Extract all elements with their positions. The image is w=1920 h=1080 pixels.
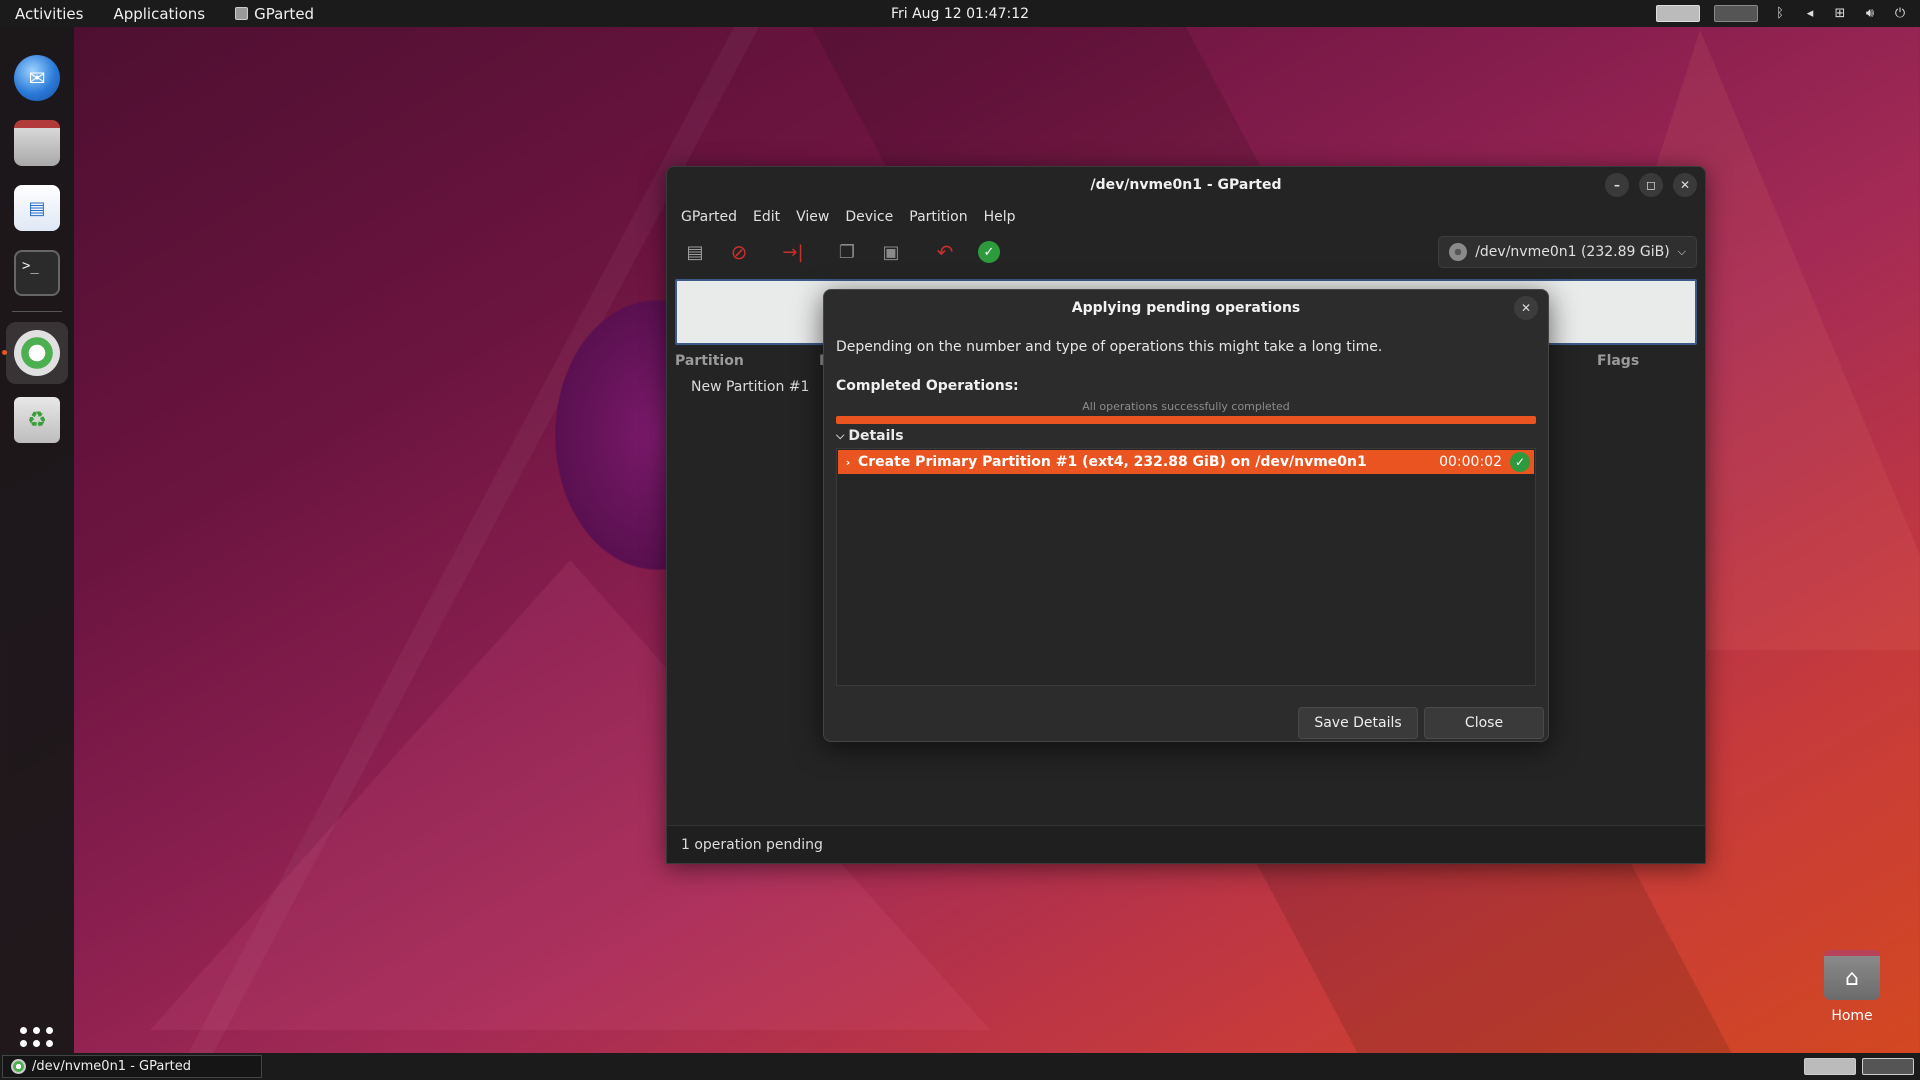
workspace-switcher-icon[interactable] <box>1862 1058 1914 1075</box>
dock-item-files[interactable] <box>6 112 68 174</box>
progress-fill <box>836 416 1536 424</box>
dialog-titlebar[interactable]: Applying pending operations ✕ <box>824 290 1548 326</box>
success-check-icon: ✓ <box>1510 452 1530 472</box>
gparted-icon <box>11 1059 26 1074</box>
activities-button[interactable]: Activities <box>0 0 98 27</box>
menu-gparted[interactable]: GParted <box>673 209 745 225</box>
menu-partition[interactable]: Partition <box>901 209 975 225</box>
device-selector[interactable]: /dev/nvme0n1 (232.89 GiB) ⌵ <box>1438 236 1697 268</box>
terminal-icon: >_ <box>14 250 60 296</box>
app-menu-label: GParted <box>254 4 315 23</box>
toolbar: ▤ ⊘ →| ❐ ▣ ↶ ✓ /dev/nvme0n1 (232.89 GiB)… <box>667 231 1705 273</box>
device-selector-label: /dev/nvme0n1 (232.89 GiB) <box>1475 244 1670 260</box>
power-icon[interactable]: ⏻ <box>1892 6 1908 21</box>
app-menu-gparted[interactable]: GParted <box>220 0 329 27</box>
close-button[interactable]: Close <box>1424 707 1544 739</box>
partition-row[interactable]: New Partition #1 <box>691 379 809 395</box>
details-list: › Create Primary Partition #1 (ext4, 232… <box>836 448 1536 686</box>
taskbar-window-item[interactable]: /dev/nvme0n1 - GParted <box>2 1055 262 1078</box>
dialog-title: Applying pending operations <box>1071 300 1301 316</box>
applications-menu[interactable]: Applications <box>98 0 220 27</box>
menu-edit[interactable]: Edit <box>745 209 788 225</box>
workspace-switcher-icon[interactable] <box>1804 1058 1856 1075</box>
status-bar: 1 operation pending <box>667 825 1705 863</box>
desktop-home[interactable]: ⌂ Home <box>1816 950 1888 1024</box>
dock-item-trash[interactable]: ♻ <box>6 389 68 451</box>
trash-icon: ♻ <box>14 397 60 443</box>
bottom-taskbar: /dev/nvme0n1 - GParted <box>0 1053 1920 1080</box>
details-expander[interactable]: ⌵ Details <box>836 428 904 444</box>
menu-help[interactable]: Help <box>976 209 1024 225</box>
operation-time: 00:00:02 <box>1439 454 1502 470</box>
workspace-indicator-icon[interactable] <box>1714 5 1758 22</box>
menu-bar: GParted Edit View Device Partition Help <box>667 203 1705 231</box>
window-title: /dev/nvme0n1 - GParted <box>1090 177 1282 193</box>
dialog-close-icon[interactable]: ✕ <box>1514 296 1538 320</box>
thunderbird-icon: ✉ <box>14 55 60 101</box>
details-label: Details <box>848 428 904 444</box>
apply-button[interactable]: ✓ <box>971 236 1007 268</box>
dock: ✉ ▤ >_ ♻ <box>0 27 74 1060</box>
disk-icon <box>1449 243 1468 261</box>
column-partition[interactable]: Partition <box>675 353 744 369</box>
operation-row[interactable]: › Create Primary Partition #1 (ext4, 232… <box>838 450 1534 474</box>
apply-operations-dialog: Applying pending operations ✕ Depending … <box>823 289 1549 742</box>
apply-check-icon: ✓ <box>978 241 1000 263</box>
copy-icon[interactable]: ❐ <box>829 236 865 268</box>
taskbar-window-label: /dev/nvme0n1 - GParted <box>32 1059 192 1074</box>
menu-view[interactable]: View <box>788 209 837 225</box>
chevron-right-icon[interactable]: › <box>838 456 858 469</box>
writer-icon: ▤ <box>14 185 60 231</box>
new-partition-icon[interactable]: ▤ <box>677 236 713 268</box>
delete-icon[interactable]: ⊘ <box>721 236 757 268</box>
progress-bar <box>836 416 1536 424</box>
chevron-down-icon: ⌵ <box>1677 245 1686 258</box>
gparted-small-icon <box>235 7 249 20</box>
menu-device[interactable]: Device <box>837 209 901 225</box>
resize-move-icon[interactable]: →| <box>775 236 811 268</box>
gparted-icon <box>14 330 60 376</box>
completed-operations-label: Completed Operations: <box>836 378 1019 394</box>
clock[interactable]: Fri Aug 12 01:47:12 <box>891 6 1029 22</box>
undo-icon[interactable]: ↶ <box>927 236 963 268</box>
dock-item-gparted[interactable] <box>6 322 68 384</box>
window-controls: – ◻ ✕ <box>1605 173 1697 197</box>
dock-separator <box>12 311 62 312</box>
close-window-button[interactable]: ✕ <box>1673 173 1697 197</box>
system-tray: ᛒ ◂ ⊞ 🔊︎ ⏻ <box>1656 0 1908 27</box>
paste-icon[interactable]: ▣ <box>873 236 909 268</box>
dock-item-thunderbird[interactable]: ✉ <box>6 47 68 109</box>
top-bar: Activities Applications GParted Fri Aug … <box>0 0 1920 27</box>
dock-item-terminal[interactable]: >_ <box>6 242 68 304</box>
chevron-down-icon: ⌵ <box>836 429 845 442</box>
workspace-indicator-icon[interactable] <box>1656 5 1700 22</box>
dock-item-writer[interactable]: ▤ <box>6 177 68 239</box>
files-icon <box>14 120 60 166</box>
home-folder-icon: ⌂ <box>1824 950 1880 1000</box>
status-text: 1 operation pending <box>681 836 823 853</box>
home-label: Home <box>1831 1008 1873 1024</box>
volume-icon[interactable]: 🔊︎ <box>1862 6 1878 21</box>
maximize-button[interactable]: ◻ <box>1639 173 1663 197</box>
window-titlebar[interactable]: /dev/nvme0n1 - GParted – ◻ ✕ <box>667 167 1705 203</box>
network-icon[interactable]: ⊞ <box>1832 6 1848 21</box>
dialog-message: Depending on the number and type of oper… <box>836 339 1383 355</box>
bluetooth-icon[interactable]: ᛒ <box>1772 6 1788 21</box>
operation-label: Create Primary Partition #1 (ext4, 232.8… <box>858 454 1367 470</box>
audio-input-icon[interactable]: ◂ <box>1802 6 1818 21</box>
column-flags[interactable]: Flags <box>1597 353 1639 369</box>
save-details-button[interactable]: Save Details <box>1298 707 1418 739</box>
minimize-button[interactable]: – <box>1605 173 1629 197</box>
progress-text: All operations successfully completed <box>1082 400 1290 413</box>
